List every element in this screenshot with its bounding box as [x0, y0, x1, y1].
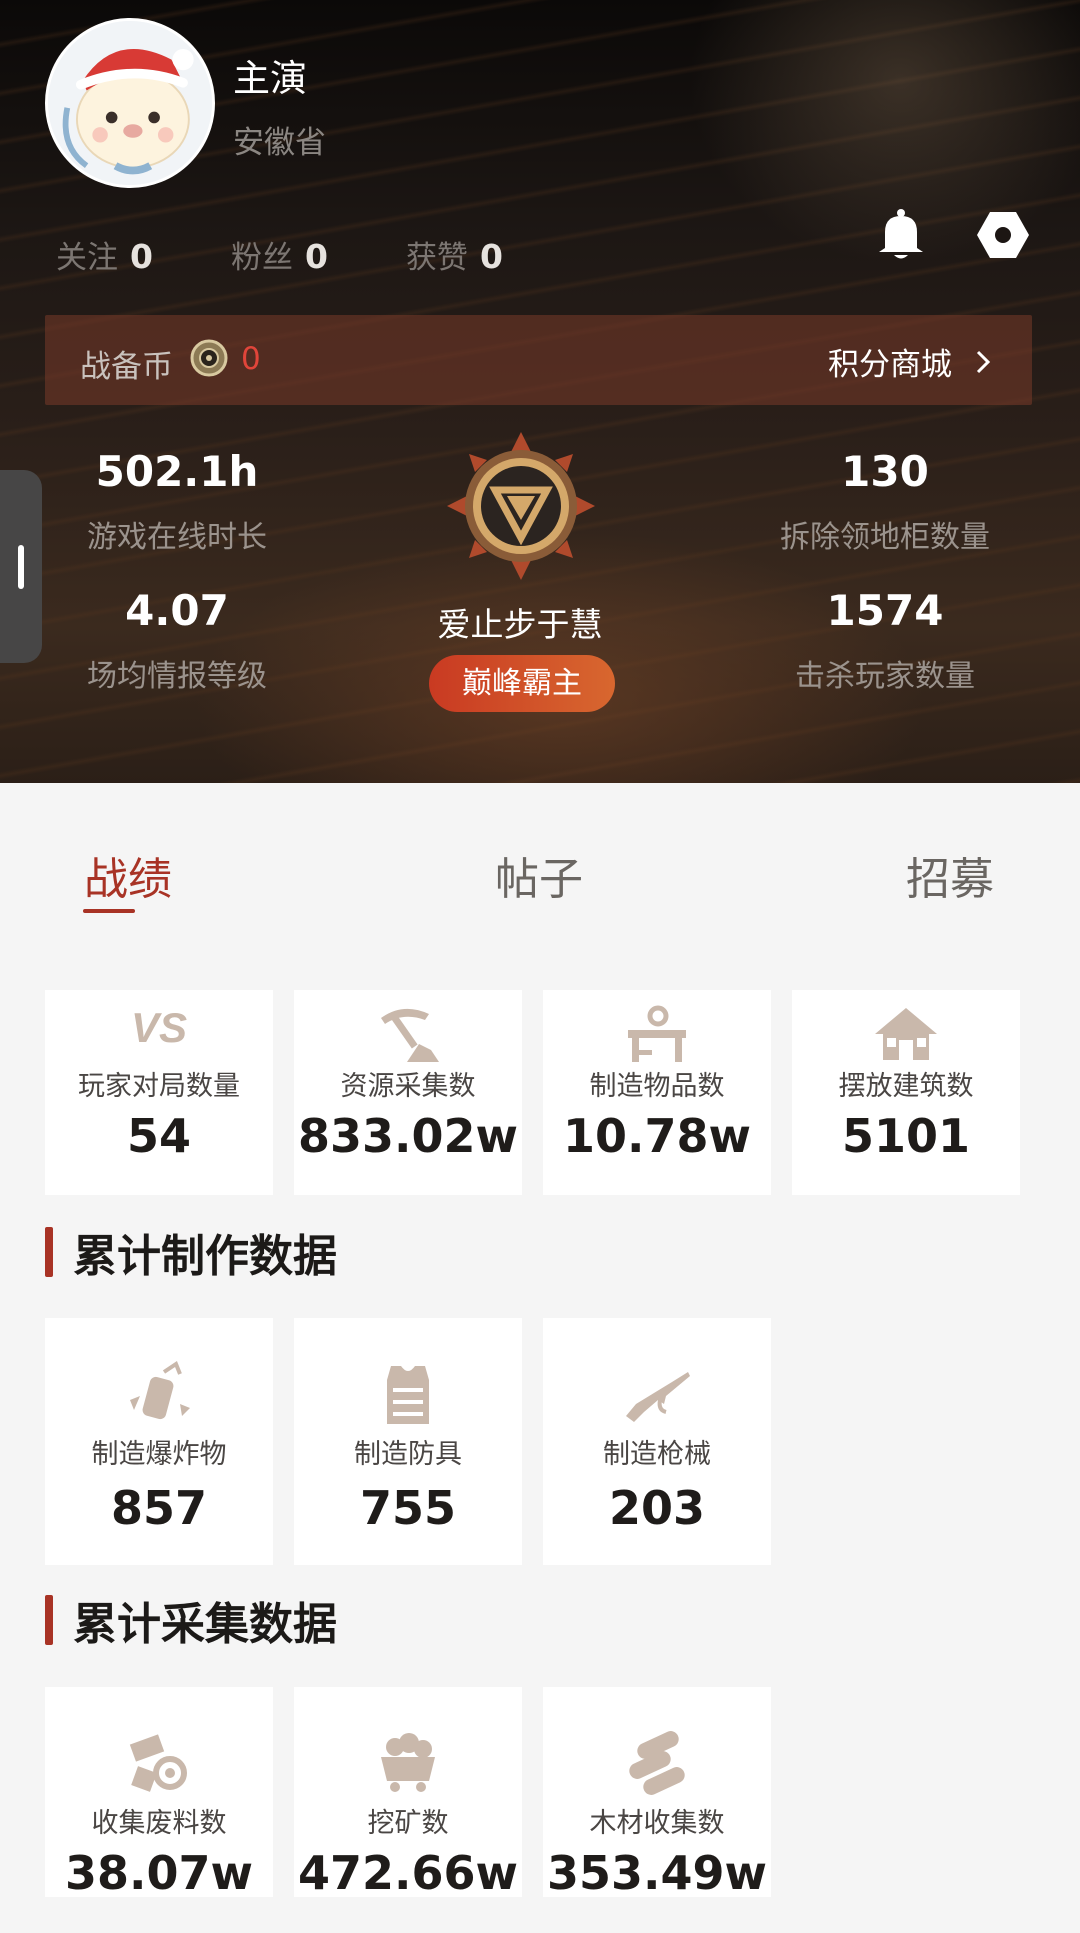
house-icon	[875, 1008, 937, 1060]
bell-icon[interactable]	[875, 208, 927, 262]
section-title-text: 累计采集数据	[73, 1599, 337, 1650]
card-value: 54	[126, 1109, 191, 1163]
rifle-icon	[626, 1372, 690, 1422]
following-label: 关注	[56, 240, 118, 276]
stat-card-matches[interactable]: VS 玩家对局数量 54	[45, 990, 273, 1195]
likes-count: 0	[479, 237, 503, 276]
province: 安徽省	[233, 125, 326, 161]
card-label: 制造爆炸物	[91, 1439, 227, 1470]
followers-count: 0	[304, 237, 328, 276]
svg-text:VS: VS	[131, 1004, 187, 1051]
coin-value: 0	[241, 341, 261, 377]
card-value: 833.02w	[297, 1109, 518, 1163]
card-value: 755	[359, 1481, 457, 1535]
players-killed-value: 1574	[826, 586, 944, 635]
rank-emblem-icon[interactable]	[445, 430, 597, 582]
craft-card-firearms[interactable]: 制造枪械 203	[543, 1318, 771, 1565]
card-label: 挖矿数	[367, 1808, 449, 1839]
followers-stat[interactable]: 粉丝 0	[231, 232, 328, 277]
section-accent-bar	[45, 1595, 53, 1645]
points-mall-link[interactable]: 积分商城	[828, 339, 992, 384]
chevron-right-icon	[976, 350, 991, 373]
card-label: 制造防具	[354, 1439, 462, 1470]
vs-icon: VS	[131, 1004, 187, 1051]
settings-icon[interactable]	[976, 208, 1030, 262]
following-stat[interactable]: 关注 0	[56, 232, 153, 277]
gather-card-scrap[interactable]: 收集废料数 38.07w	[45, 1687, 273, 1900]
crafting-section-title: 累计制作数据	[45, 1226, 337, 1282]
follow-stats: 关注 0 粉丝 0 获赞 0	[56, 232, 581, 277]
online-time-value: 502.1h	[95, 447, 259, 496]
profile-header: 主演 安徽省 关注 0 粉丝 0 获赞 0 战备币 0 积分商城 502.1h …	[0, 0, 1080, 783]
stat-card-buildings[interactable]: 摆放建筑数 5101	[792, 990, 1020, 1195]
tab-record[interactable]: 战绩	[84, 843, 172, 907]
points-mall-label: 积分商城	[828, 347, 952, 383]
card-label: 玩家对局数量	[78, 1071, 240, 1102]
coin-label: 战备币	[80, 349, 173, 385]
craft-card-explosives[interactable]: 制造爆炸物 857	[45, 1318, 273, 1565]
card-value: 857	[110, 1481, 208, 1535]
card-value: 38.07w	[65, 1846, 253, 1900]
intel-level-label: 场均情报等级	[87, 659, 267, 694]
gather-card-wood[interactable]: 木材收集数 353.49w	[543, 1687, 771, 1900]
section-title-text: 累计制作数据	[73, 1231, 337, 1282]
cabinets-removed-label: 拆除领地柜数量	[780, 520, 990, 555]
scrap-icon	[129, 1734, 187, 1792]
likes-label: 获赞	[405, 240, 468, 276]
cabinets-removed-stat: 130 拆除领地柜数量	[735, 447, 1035, 556]
avatar[interactable]	[45, 18, 215, 188]
pickaxe-icon	[381, 1008, 439, 1062]
logs-icon	[629, 1731, 685, 1795]
handle-grip	[18, 545, 24, 589]
avatar-image	[48, 21, 212, 185]
card-label: 收集废料数	[91, 1808, 227, 1839]
card-value: 203	[608, 1481, 706, 1535]
username: 主演	[233, 57, 307, 100]
players-killed-label: 击杀玩家数量	[795, 659, 975, 694]
coin-bar: 战备币 0 积分商城	[45, 315, 1032, 405]
rank-name: 爱止步于慧	[437, 605, 603, 644]
craft-card-armor[interactable]: 制造防具 755	[294, 1318, 522, 1565]
intel-level-stat: 4.07 场均情报等级	[27, 586, 327, 695]
section-accent-bar	[45, 1227, 53, 1277]
intel-level-value: 4.07	[125, 586, 229, 635]
players-killed-stat: 1574 击杀玩家数量	[735, 586, 1035, 695]
cabinets-removed-value: 130	[841, 447, 929, 496]
workbench-icon	[628, 1005, 686, 1062]
mine-cart-icon	[381, 1733, 435, 1792]
rank-badge: 巅峰霸主	[429, 655, 615, 712]
armor-vest-icon	[387, 1366, 429, 1424]
card-value: 353.49w	[546, 1846, 767, 1900]
stat-card-crafted[interactable]: 制造物品数 10.78w	[543, 990, 771, 1195]
card-label: 制造枪械	[603, 1439, 711, 1470]
card-label: 制造物品数	[589, 1071, 725, 1102]
card-label: 木材收集数	[589, 1808, 725, 1839]
online-time-label: 游戏在线时长	[87, 520, 267, 555]
likes-stat[interactable]: 获赞 0	[406, 232, 503, 277]
stat-card-resources[interactable]: 资源采集数 833.02w	[294, 990, 522, 1195]
explosive-icon	[130, 1360, 190, 1420]
tab-recruit[interactable]: 招募	[906, 843, 994, 907]
following-count: 0	[130, 237, 153, 276]
online-time-stat: 502.1h 游戏在线时长	[27, 447, 327, 556]
followers-label: 粉丝	[230, 240, 293, 276]
card-label: 资源采集数	[340, 1071, 476, 1102]
card-value: 5101	[841, 1109, 971, 1163]
coin-icon	[190, 339, 228, 377]
card-label: 摆放建筑数	[838, 1071, 974, 1102]
active-tab-indicator	[83, 909, 135, 913]
card-value: 472.66w	[297, 1846, 518, 1900]
card-value: 10.78w	[563, 1109, 751, 1163]
tab-posts[interactable]: 帖子	[495, 843, 583, 907]
gather-card-mining[interactable]: 挖矿数 472.66w	[294, 1687, 522, 1900]
tab-bar: 战绩 帖子 招募	[0, 783, 1080, 933]
gathering-section-title: 累计采集数据	[45, 1594, 337, 1650]
side-drawer-handle[interactable]	[0, 470, 42, 663]
